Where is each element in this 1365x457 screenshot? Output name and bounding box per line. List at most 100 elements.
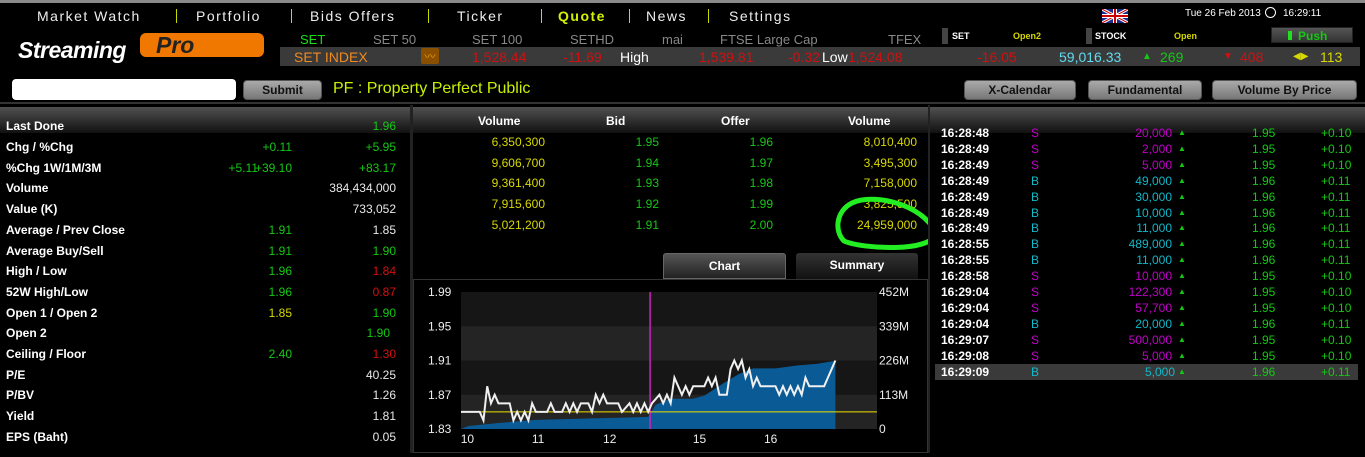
x-calendar-button[interactable]: X-Calendar [964,80,1076,100]
y-right-tick: 226M [879,354,909,368]
ticker-volume: 500,000 [1128,332,1172,347]
divider [0,102,1365,104]
offer-price: 1.97 [749,155,773,170]
ticker-price: 1.95 [1252,300,1276,315]
tab-summary[interactable]: Summary [796,253,918,279]
ticker-change: +0.10 [1321,332,1352,347]
quote-label: Yield [6,409,35,424]
quote-label: Value (K) [6,202,58,217]
ticker-price: 1.96 [1252,237,1276,252]
high-label: High [620,49,649,65]
ticker-price: 1.96 [1252,221,1276,236]
index-tab-sethd[interactable]: SETHD [570,32,614,47]
fundamental-button[interactable]: Fundamental [1088,80,1202,100]
index-high-chg: -0.32 [788,49,820,65]
up-tick-icon: ▲ [1178,350,1186,360]
push-button[interactable]: Push [1271,27,1353,43]
tab-chart[interactable]: Chart [663,253,786,279]
ticker-volume: 489,000 [1128,237,1172,252]
nav-divider [176,9,177,23]
y-right-tick: 113M [879,388,908,402]
ticker-change: +0.11 [1321,237,1351,252]
ticker-price: 1.96 [1252,205,1276,220]
volume-by-price-button[interactable]: Volume By Price [1212,80,1357,100]
quote-label: Chg / %Chg [6,140,74,154]
ticker-side: B [1031,221,1040,236]
index-name: SET INDEX [294,49,368,65]
stock-status-value: Open [1174,31,1198,41]
uk-flag-icon[interactable] [1102,9,1128,23]
submit-button[interactable]: Submit [243,80,322,100]
low-label: Low [822,49,848,65]
index-tab-mai[interactable]: mai [662,32,683,47]
ticker-change: +0.10 [1321,141,1352,156]
offer-header: Offer [721,114,750,128]
stock-status-indicator [1086,28,1092,44]
quote-label: P/E [6,367,26,382]
nav-news[interactable]: News [646,8,687,24]
ticker-volume: 49,000 [1135,173,1172,188]
top-nav: Market Watch Portfolio Bids Offers Ticke… [0,0,1365,26]
index-high: 1,539.81 [699,49,754,65]
quote-label: High / Low [6,264,67,279]
ticker-row: 16:28:55 B 489,000 1.96 +0.11 ▲ [940,236,1360,252]
bid-volume: 9,361,400 [491,176,545,191]
ticker-time: 16:29:08 [941,348,990,363]
ticker-change: +0.10 [1321,348,1352,363]
ticker-row: 16:29:04 S 122,300 1.95 +0.10 ▲ [940,284,1360,300]
ticker-row: 16:28:58 S 10,000 1.95 +0.10 ▲ [940,268,1360,284]
nav-ticker[interactable]: Ticker [457,8,504,24]
ticker-volume: 5,000 [1144,364,1175,379]
ticker-change: +0.11 [1321,189,1351,204]
stock-status-label: STOCK [1095,31,1127,41]
quote-value: +39.10 [254,160,292,175]
ticker-volume: 11,000 [1136,221,1172,236]
index-low: 1,524.08 [848,49,903,65]
symbol-search-input[interactable] [12,79,236,100]
quote-value: 0.87 [372,284,396,299]
ticker-change: +0.11 [1321,316,1351,331]
index-tab-tfex[interactable]: TFEX [888,32,921,47]
bid-price: 1.93 [635,176,659,191]
index-tab-ftse[interactable]: FTSE Large Cap [720,32,818,47]
quote-label: Open 1 / Open 2 [6,305,98,320]
bid-volume: 6,350,300 [491,135,545,149]
ticker-row: 16:28:48 S 20,000 1.95 +0.10 ▲ [940,125,1360,141]
quote-value: +5.95 [365,140,396,154]
ticker-side: B [1031,316,1040,331]
ticker-volume: 11,000 [1136,253,1172,268]
index-tab-set50[interactable]: SET 50 [373,32,416,47]
quote-value: 1.26 [372,388,396,403]
quote-value: 384,434,000 [329,181,396,196]
nav-portfolio[interactable]: Portfolio [196,8,261,24]
ticker-price: 1.95 [1252,348,1276,363]
ticker-price: 1.96 [1252,364,1276,379]
ticker-time: 16:29:04 [941,285,990,299]
ticker-price: 1.95 [1252,269,1276,284]
ticker-volume: 122,300 [1128,285,1172,299]
ticker-price: 1.96 [1252,173,1276,188]
nav-settings[interactable]: Settings [729,8,792,24]
nav-quote[interactable]: Quote [558,8,606,24]
nav-market-watch[interactable]: Market Watch [37,8,141,24]
ticker-price: 1.95 [1252,141,1276,156]
index-chg: -11.69 [563,49,602,65]
quote-label: Average / Prev Close [6,222,125,237]
ticker-row: 16:28:49 S 5,000 1.95 +0.10 ▲ [940,157,1360,173]
quote-value: 1.91 [268,222,292,237]
ticker-side: B [1031,189,1040,204]
index-chart-icon[interactable]: 〰 [421,48,439,64]
index-tab-set[interactable]: SET [300,32,325,47]
quote-value: +0.11 [262,140,292,154]
ticker-volume: 30,000 [1135,189,1172,204]
ticker-price: 1.95 [1252,285,1276,299]
quote-value: 1.81 [372,409,396,424]
quote-label: EPS (Baht) [6,429,69,444]
set-status-indicator [942,28,948,44]
index-tab-set100[interactable]: SET 100 [472,32,522,47]
nav-bids-offers[interactable]: Bids Offers [310,8,396,24]
unchanged-count: 113 [1320,49,1343,65]
ticker-row: 16:28:49 B 11,000 1.96 +0.11 ▲ [940,220,1360,236]
quote-value: 1.96 [372,119,396,133]
declines-count: 408 [1240,49,1264,65]
